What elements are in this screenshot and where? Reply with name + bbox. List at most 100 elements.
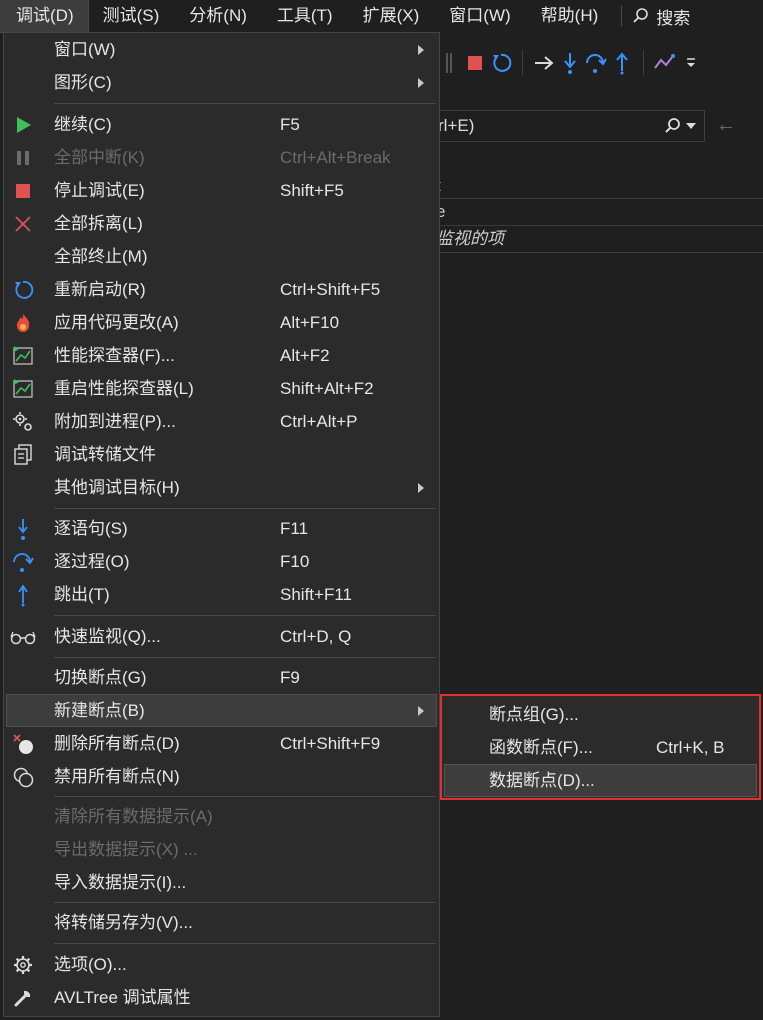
menu-item-terminate-all[interactable]: 全部终止(M) — [4, 240, 439, 273]
menu-item-continue[interactable]: 继续(C) F5 — [4, 108, 439, 141]
step-out-icon[interactable] — [609, 50, 635, 76]
menu-item-label: 全部终止(M) — [54, 247, 148, 266]
menu-item-step-into[interactable]: 逐语句(S) F11 — [4, 512, 439, 545]
restart-icon — [10, 277, 36, 303]
menu-item-window[interactable]: 窗口(W) — [4, 33, 439, 66]
watch-header: t — [436, 174, 763, 198]
menu-item-label: 快速监视(Q)... — [54, 627, 161, 646]
menu-item-label: 重启性能探查器(L) — [54, 379, 194, 398]
search-button[interactable]: 搜索 — [632, 4, 690, 29]
menu-item-detach-all[interactable]: 全部拆离(L) — [4, 207, 439, 240]
menu-extensions[interactable]: 扩展(X) — [348, 0, 435, 32]
step-over-icon[interactable] — [583, 50, 609, 76]
dump-file-icon — [10, 442, 36, 468]
step-into-icon[interactable] — [557, 50, 583, 76]
menu-item-new-breakpoint[interactable]: 新建断点(B) — [6, 694, 437, 727]
watch-panel: t e 监视的项 — [436, 170, 763, 253]
watch-add-item[interactable]: 监视的项 — [436, 226, 763, 252]
menu-item-shortcut: F5 — [280, 115, 300, 134]
watch-row[interactable]: e — [436, 199, 763, 225]
menu-item-shortcut: Ctrl+Alt+Break — [280, 148, 391, 167]
menu-help[interactable]: 帮助(H) — [526, 0, 614, 32]
menu-separator — [54, 796, 436, 797]
menu-item-step-out[interactable]: 跳出(T) Shift+F11 — [4, 578, 439, 611]
menu-item-restart[interactable]: 重新启动(R) Ctrl+Shift+F5 — [4, 273, 439, 306]
menu-item-label: 全部拆离(L) — [54, 214, 143, 233]
menu-item-label: 数据断点(D)... — [489, 771, 595, 790]
pause-icon — [10, 145, 36, 171]
menu-item-label: 清除所有数据提示(A) — [54, 807, 213, 826]
menu-item-relaunch-profiler[interactable]: 重启性能探查器(L) Shift+Alt+F2 — [4, 372, 439, 405]
submenu-item-data-breakpoint[interactable]: 数据断点(D)... — [444, 764, 757, 797]
menu-test[interactable]: 测试(S) — [88, 0, 175, 32]
search-nav: ← — [716, 114, 736, 137]
show-next-statement-icon[interactable] — [531, 50, 557, 76]
menu-item-apply-code-changes[interactable]: 应用代码更改(A) Alt+F10 — [4, 306, 439, 339]
menu-item-label: 全部中断(K) — [54, 148, 145, 167]
menu-item-label: 选项(O)... — [54, 955, 127, 974]
menu-bar: 调试(D) 测试(S) 分析(N) 工具(T) 扩展(X) 窗口(W) 帮助(H… — [0, 0, 763, 33]
menu-item-quick-watch[interactable]: 快速监视(Q)... Ctrl+D, Q — [4, 620, 439, 653]
menu-item-debug-dump-file[interactable]: 调试转储文件 — [4, 438, 439, 471]
hot-reload-flame-icon — [10, 310, 36, 336]
menu-item-shortcut: Shift+F5 — [280, 181, 344, 200]
menu-item-step-over[interactable]: 逐过程(O) F10 — [4, 545, 439, 578]
restart-icon[interactable] — [488, 50, 514, 76]
submenu-arrow-icon — [418, 706, 424, 716]
menu-item-other-debug-targets[interactable]: 其他调试目标(H) — [4, 471, 439, 504]
close-icon — [10, 211, 36, 237]
menu-item-save-dump-as[interactable]: 将转储另存为(V)... — [4, 906, 439, 939]
menu-item-graphics[interactable]: 图形(C) — [4, 66, 439, 99]
menu-separator — [54, 103, 436, 104]
menu-item-label: 调试转储文件 — [54, 445, 156, 464]
delete-breakpoints-icon — [10, 731, 36, 757]
menu-tools[interactable]: 工具(T) — [262, 0, 348, 32]
menu-item-label: 跳出(T) — [54, 585, 110, 604]
menu-item-label: 窗口(W) — [54, 40, 116, 59]
menu-item-shortcut: Alt+F2 — [280, 346, 330, 365]
diagnostics-icon[interactable] — [652, 50, 678, 76]
menu-item-disable-all-breakpoints[interactable]: 禁用所有断点(N) — [4, 760, 439, 793]
menu-item-shortcut: Alt+F10 — [280, 313, 340, 332]
back-arrow-icon[interactable]: ← — [716, 114, 736, 137]
menu-item-attach-to-process[interactable]: 附加到进程(P)... Ctrl+Alt+P — [4, 405, 439, 438]
menu-item-label: 导入数据提示(I)... — [54, 873, 187, 892]
menubar-divider — [621, 5, 623, 27]
step-out-icon — [10, 582, 36, 608]
menu-separator — [54, 902, 436, 903]
menu-item-shortcut: Ctrl+D, Q — [280, 627, 352, 646]
submenu-item-function-breakpoint[interactable]: 函数断点(F)... Ctrl+K, B — [442, 731, 759, 764]
menu-item-options[interactable]: 选项(O)... — [4, 948, 439, 981]
dropdown-arrow-icon[interactable] — [686, 122, 696, 130]
submenu-item-breakpoint-group[interactable]: 断点组(G)... — [442, 698, 759, 731]
toolbar-divider — [522, 50, 523, 76]
step-into-icon — [10, 516, 36, 542]
gears-icon — [10, 409, 36, 435]
menu-item-project-debug-properties[interactable]: AVLTree 调试属性 — [4, 981, 439, 1014]
search-icon — [633, 8, 649, 23]
menu-item-shortcut: Ctrl+Alt+P — [280, 412, 358, 431]
menu-item-stop-debugging[interactable]: 停止调试(E) Shift+F5 — [4, 174, 439, 207]
gear-icon — [10, 952, 36, 978]
search-icon — [665, 118, 680, 133]
watch-search-box[interactable]: rl+E) — [436, 110, 705, 142]
stop-icon[interactable] — [462, 50, 488, 76]
menu-item-label: AVLTree 调试属性 — [54, 988, 191, 1007]
menu-item-performance-profiler[interactable]: 性能探查器(F)... Alt+F2 — [4, 339, 439, 372]
menu-item-shortcut: Shift+Alt+F2 — [280, 379, 374, 398]
menu-item-toggle-breakpoint[interactable]: 切换断点(G) F9 — [4, 661, 439, 694]
menu-analyze[interactable]: 分析(N) — [174, 0, 262, 32]
menu-window[interactable]: 窗口(W) — [434, 0, 525, 32]
menu-debug[interactable]: 调试(D) — [0, 0, 89, 33]
debug-toolbar — [436, 44, 763, 82]
menu-item-shortcut: Ctrl+Shift+F9 — [280, 734, 381, 753]
menu-item-clear-all-datatips: 清除所有数据提示(A) — [4, 800, 439, 833]
new-breakpoint-submenu: 断点组(G)... 函数断点(F)... Ctrl+K, B 数据断点(D)..… — [440, 694, 761, 800]
menu-item-delete-all-breakpoints[interactable]: 删除所有断点(D) Ctrl+Shift+F9 — [4, 727, 439, 760]
stop-icon — [10, 178, 36, 204]
toolbar-overflow-icon[interactable] — [678, 50, 704, 76]
step-over-icon — [10, 549, 36, 575]
menu-separator — [54, 657, 436, 658]
menu-item-import-datatips[interactable]: 导入数据提示(I)... — [4, 866, 439, 899]
menu-item-shortcut: F11 — [280, 519, 309, 538]
